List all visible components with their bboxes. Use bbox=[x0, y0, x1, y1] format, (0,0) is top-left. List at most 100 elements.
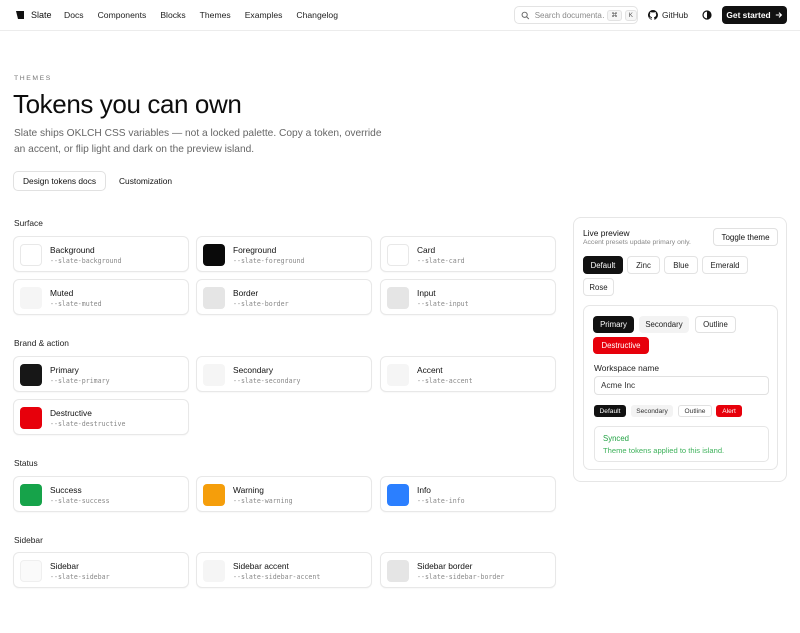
preset-zinc[interactable]: Zinc bbox=[627, 256, 660, 274]
token-variable: --slate-primary bbox=[50, 377, 110, 385]
preview-subtitle: Accent presets update primary only. bbox=[583, 239, 691, 246]
island-destructive-button[interactable]: Destructive bbox=[593, 337, 649, 354]
token-name: Info bbox=[417, 485, 431, 495]
theme-toggle-icon[interactable] bbox=[702, 10, 712, 20]
github-link[interactable]: GitHub bbox=[648, 10, 688, 20]
preview-title: Live preview bbox=[583, 228, 630, 238]
token-card-sidebar[interactable]: Sidebar --slate-sidebar bbox=[13, 552, 189, 588]
token-card-success[interactable]: Success --slate-success bbox=[13, 476, 189, 512]
island-primary-button[interactable]: Primary bbox=[593, 316, 634, 333]
search-placeholder: Search documenta… bbox=[534, 10, 605, 20]
token-name: Destructive bbox=[50, 408, 92, 418]
token-name: Border bbox=[233, 288, 259, 298]
token-card-background[interactable]: Background --slate-background bbox=[13, 236, 189, 272]
token-swatch bbox=[203, 287, 225, 309]
nav-changelog[interactable]: Changelog bbox=[296, 10, 338, 20]
preset-blue[interactable]: Blue bbox=[664, 256, 698, 274]
token-card-foreground[interactable]: Foreground --slate-foreground bbox=[196, 236, 372, 272]
badge-default: Default bbox=[594, 405, 626, 417]
token-variable: --slate-accent bbox=[417, 377, 473, 385]
brand[interactable]: Slate bbox=[15, 10, 52, 20]
nav-blocks[interactable]: Blocks bbox=[160, 10, 185, 20]
token-card-sidebar-border[interactable]: Sidebar border --slate-sidebar-border bbox=[380, 552, 556, 588]
token-card-warning[interactable]: Warning --slate-warning bbox=[196, 476, 372, 512]
live-preview-panel: Live preview Accent presets update prima… bbox=[573, 217, 787, 482]
token-swatch bbox=[20, 244, 42, 266]
badge-alert: Alert bbox=[716, 405, 742, 417]
token-name: Card bbox=[417, 245, 436, 255]
slate-logo-icon bbox=[16, 11, 24, 19]
token-swatch bbox=[387, 287, 409, 309]
token-variable: --slate-sidebar-border bbox=[417, 573, 505, 581]
token-swatch bbox=[203, 484, 225, 506]
search-input[interactable]: Search documenta… ⌘ K bbox=[514, 6, 638, 24]
token-name: Input bbox=[417, 288, 436, 298]
token-variable: --slate-success bbox=[50, 497, 110, 505]
token-swatch bbox=[20, 484, 42, 506]
nav-docs[interactable]: Docs bbox=[64, 10, 84, 20]
island-outline-button[interactable]: Outline bbox=[695, 316, 736, 333]
alert-description: Theme tokens applied to this island. bbox=[603, 446, 725, 455]
brand-name: Slate bbox=[31, 10, 52, 20]
workspace-name-input[interactable]: Acme Inc bbox=[594, 376, 769, 395]
token-swatch bbox=[203, 560, 225, 582]
token-card-border[interactable]: Border --slate-border bbox=[196, 279, 372, 315]
nav-examples[interactable]: Examples bbox=[245, 10, 283, 20]
token-variable: --slate-sidebar-accent bbox=[233, 573, 321, 581]
token-card-accent[interactable]: Accent --slate-accent bbox=[380, 356, 556, 392]
token-swatch bbox=[20, 407, 42, 429]
token-card-input[interactable]: Input --slate-input bbox=[380, 279, 556, 315]
github-icon bbox=[648, 10, 658, 20]
token-name: Foreground bbox=[233, 245, 277, 255]
main-nav: Docs Components Blocks Themes Examples C… bbox=[64, 10, 352, 20]
token-variable: --slate-input bbox=[417, 300, 469, 308]
token-name: Sidebar border bbox=[417, 561, 473, 571]
get-started-button[interactable]: Get started bbox=[722, 6, 787, 24]
token-card-muted[interactable]: Muted --slate-muted bbox=[13, 279, 189, 315]
section-surface-label: Surface bbox=[14, 218, 43, 228]
token-swatch bbox=[387, 364, 409, 386]
token-name: Background bbox=[50, 245, 95, 255]
token-name: Primary bbox=[50, 365, 79, 375]
token-card-info[interactable]: Info --slate-info bbox=[380, 476, 556, 512]
token-name: Warning bbox=[233, 485, 264, 495]
token-card-destructive[interactable]: Destructive --slate-destructive bbox=[13, 399, 189, 435]
eyebrow-label: THEMES bbox=[14, 75, 52, 82]
design-tokens-docs-button[interactable]: Design tokens docs bbox=[13, 171, 107, 191]
token-variable: --slate-muted bbox=[50, 300, 102, 308]
token-card-card[interactable]: Card --slate-card bbox=[380, 236, 556, 272]
token-variable: --slate-card bbox=[417, 257, 465, 265]
island-secondary-button[interactable]: Secondary bbox=[639, 316, 689, 333]
token-variable: --slate-secondary bbox=[233, 377, 301, 385]
token-swatch bbox=[387, 560, 409, 582]
token-name: Accent bbox=[417, 365, 443, 375]
token-swatch bbox=[387, 484, 409, 506]
token-variable: --slate-info bbox=[417, 497, 465, 505]
token-swatch bbox=[203, 364, 225, 386]
token-swatch bbox=[20, 560, 42, 582]
token-name: Sidebar bbox=[50, 561, 79, 571]
nav-components[interactable]: Components bbox=[98, 10, 147, 20]
section-status-label: Status bbox=[14, 458, 38, 468]
preset-emerald[interactable]: Emerald bbox=[702, 256, 748, 274]
synced-alert: Synced Theme tokens applied to this isla… bbox=[594, 426, 769, 462]
token-swatch bbox=[203, 244, 225, 266]
token-name: Success bbox=[50, 485, 82, 495]
preview-island: Primary Secondary Outline Destructive Wo… bbox=[583, 305, 778, 470]
arrow-right-icon bbox=[775, 12, 782, 18]
kbd-k: K bbox=[624, 9, 637, 21]
token-card-primary[interactable]: Primary --slate-primary bbox=[13, 356, 189, 392]
page-subtitle: Slate ships OKLCH CSS variables — not a … bbox=[14, 128, 382, 155]
toggle-theme-button[interactable]: Toggle theme bbox=[713, 228, 778, 246]
token-name: Muted bbox=[50, 288, 74, 298]
token-swatch bbox=[20, 287, 42, 309]
customization-button[interactable]: Customization bbox=[111, 171, 180, 191]
token-card-secondary[interactable]: Secondary --slate-secondary bbox=[196, 356, 372, 392]
token-name: Sidebar accent bbox=[233, 561, 289, 571]
preset-rose[interactable]: Rose bbox=[583, 278, 614, 296]
token-variable: --slate-sidebar bbox=[50, 573, 110, 581]
nav-themes[interactable]: Themes bbox=[200, 10, 231, 20]
preset-default[interactable]: Default bbox=[583, 256, 623, 274]
token-card-sidebar-accent[interactable]: Sidebar accent --slate-sidebar-accent bbox=[196, 552, 372, 588]
kbd-cmd: ⌘ bbox=[607, 9, 622, 21]
